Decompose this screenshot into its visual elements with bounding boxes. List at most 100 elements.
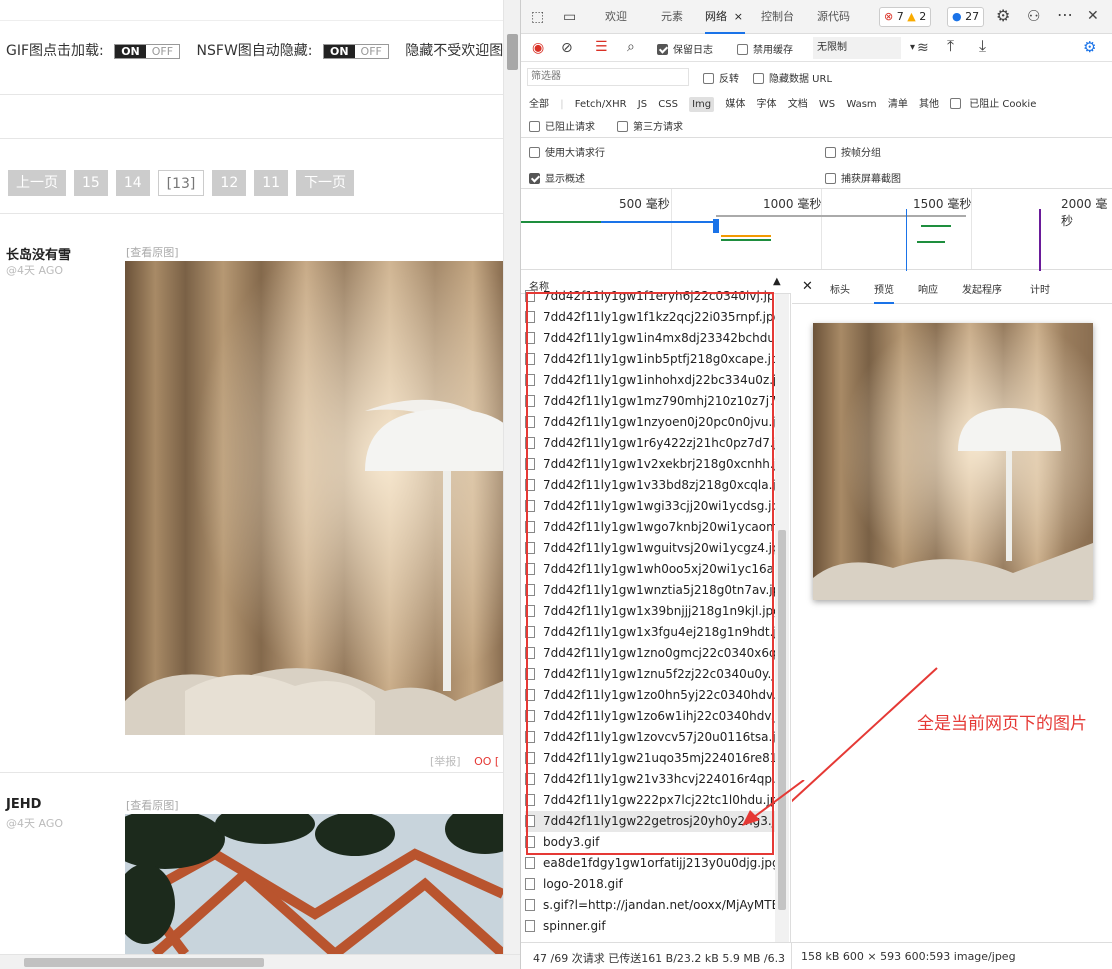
request-row[interactable]: 7dd42f11ly1gw1zno0gmcj22c0340x6q.jpg [525,643,775,664]
filter-js[interactable]: JS [638,99,647,110]
request-row[interactable]: 7dd42f11ly1gw1zo0hn5yj22c0340hdv.jpg [525,685,775,706]
gif-load-switch[interactable]: ON OFF [114,43,181,59]
customize-icon[interactable]: ⚇ [1027,9,1040,24]
tab-network[interactable]: 网络 × [705,0,745,34]
post-image[interactable] [125,261,503,735]
checkbox[interactable] [825,172,836,184]
report-link[interactable]: [举报] OO [ [430,753,499,769]
close-icon[interactable]: ✕ [802,279,813,294]
tab-initiator[interactable]: 发起程序 [962,281,1002,296]
tab-welcome[interactable]: 欢迎 [605,0,627,34]
hide-data-urls-checkbox[interactable]: 隐藏数据 URL [753,70,832,85]
page-11-link[interactable]: 11 [254,170,289,196]
tab-elements[interactable]: 元素 [661,0,683,34]
tab-timing[interactable]: 计时 [1030,281,1050,296]
checkbox[interactable] [753,72,764,84]
checkbox[interactable] [529,172,540,184]
preserve-log-checkbox[interactable]: 保留日志 [657,41,713,56]
request-row[interactable]: 7dd42f11ly1gw1f1eryh6j22c0340ivj.jpg [525,286,775,307]
close-tab-icon[interactable]: × [734,0,743,34]
disable-cache-checkbox[interactable]: 禁用缓存 [737,41,793,56]
request-row[interactable]: ea8de1fdgy1gw1orfatijj213y0u0djg.jpg [525,853,775,874]
filter-doc[interactable]: 文档 [788,99,808,110]
request-row[interactable]: 7dd42f11ly1gw1f1kz2qcj22i035rnpf.jpg [525,307,775,328]
network-conditions-icon[interactable]: ≋ [917,41,929,55]
checkbox[interactable] [529,146,540,158]
big-rows-checkbox[interactable]: 使用大请求行 [529,144,605,159]
scroll-thumb[interactable] [778,530,786,910]
filter-font[interactable]: 字体 [757,99,777,110]
request-row[interactable]: 7dd42f11ly1gw1wnztia5j218g0tn7av.jpg [525,580,775,601]
checkbox[interactable] [657,43,668,55]
network-settings-icon[interactable]: ⚙ [1083,40,1096,55]
view-original-link[interactable]: [查看原图] [126,244,179,260]
blocked-cookies-checkbox[interactable]: 已阻止 Cookie [950,97,1044,110]
group-by-frame-checkbox[interactable]: 按帧分组 [825,144,881,159]
filter-fetch-xhr[interactable]: Fetch/XHR [575,99,627,110]
tab-headers[interactable]: 标头 [830,281,850,296]
tab-preview[interactable]: 预览 [874,281,894,304]
request-row[interactable]: 7dd42f11ly1gw1zovcv57j20u0116tsa.jpg [525,727,775,748]
tab-response[interactable]: 响应 [918,281,938,296]
import-har-icon[interactable]: ⤒ [947,38,954,54]
tab-sources[interactable]: 源代码 [817,0,850,34]
request-row[interactable]: 7dd42f11ly1gw1zo6w1ihj22c0340hdv.jpg [525,706,775,727]
filter-all[interactable]: 全部 [529,99,549,110]
filter-icon[interactable]: ☰ [595,40,608,54]
checkbox[interactable] [825,146,836,158]
next-page-button[interactable]: 下一页 [296,170,355,196]
request-row[interactable]: logo-2018.gif [525,874,775,895]
list-scrollbar[interactable] [775,294,789,942]
post-author[interactable]: JEHD [6,797,41,812]
page-12-link[interactable]: 12 [212,170,247,196]
filter-media[interactable]: 媒体 [725,99,745,110]
filter-wasm[interactable]: Wasm [846,99,876,110]
messages-badge[interactable]: ● 27 [947,7,985,27]
export-har-icon[interactable]: ⤓ [979,38,986,54]
checkbox[interactable] [950,97,962,109]
more-menu-icon[interactable]: ⋯ [1057,7,1073,23]
blocked-requests-checkbox[interactable]: 已阻止请求 [529,118,595,133]
invert-checkbox[interactable]: 反转 [703,70,739,85]
request-row[interactable]: 7dd42f11ly1gw1v33bd8zj218g0xcqla.jpg [525,475,775,496]
post-author[interactable]: 长岛没有雪 [6,244,71,263]
prev-page-button[interactable]: 上一页 [8,170,66,196]
record-icon[interactable]: ◉ [532,41,544,55]
request-row[interactable]: 7dd42f11ly1gw1inhohxdj22bc334u0z.jpg [525,370,775,391]
nsfw-hide-switch[interactable]: ON OFF [322,43,389,59]
inspect-icon[interactable]: ⬚ [531,10,544,24]
page-15-link[interactable]: 15 [74,170,108,196]
checkbox[interactable] [703,72,714,84]
request-row[interactable]: 7dd42f11ly1gw21uqo35mj224016re81.jpg [525,748,775,769]
search-icon[interactable]: ⌕ [627,40,635,54]
filter-manifest[interactable]: 清单 [888,99,908,110]
third-party-checkbox[interactable]: 第三方请求 [617,118,683,133]
view-original-link[interactable]: [查看原图] [126,797,179,813]
capture-screenshots-checkbox[interactable]: 捕获屏幕截图 [825,170,901,185]
request-row[interactable]: 7dd42f11ly1gw1x39bnjjj218g1n9kjl.jpg [525,601,775,622]
request-row[interactable]: 7dd42f11ly1gw1r6y422zj21hc0pz7d7.jpg [525,433,775,454]
filter-css[interactable]: CSS [658,99,678,110]
request-row[interactable]: 7dd42f11ly1gw1x3fgu4ej218g1n9hdt.jpg [525,622,775,643]
issues-badge[interactable]: ⊗ 7 ▲ 2 [879,7,932,27]
throttle-select[interactable]: 无限制 ▾ [813,37,915,59]
tab-console[interactable]: 控制台 [761,0,794,34]
request-row[interactable]: body3.gif [525,832,775,853]
request-row[interactable]: 7dd42f11ly1gw1wgi33cjj20wi1ycdsg.jpg [525,496,775,517]
request-row[interactable]: spinner.gif [525,916,775,937]
network-overview[interactable]: 500 毫秒 1000 毫秒 1500 毫秒 2000 毫秒 [521,188,1112,271]
show-overview-checkbox[interactable]: 显示概述 [529,170,585,185]
request-row[interactable]: 7dd42f11ly1gw1wgo7knbj20wi1ycaom.jpg [525,517,775,538]
oo-vote[interactable]: OO [ [474,755,499,768]
request-row[interactable]: s.gif?l=http://jandan.net/ooxx/MjAyMTExM [525,895,775,916]
request-row[interactable]: 7dd42f11ly1gw1v2xekbrj218g0xcnhh.jpg [525,454,775,475]
close-devtools-icon[interactable]: ✕ [1087,9,1099,23]
request-row[interactable]: 7dd42f11ly1gw1nzyoen0j20pc0n0jvu.jpg [525,412,775,433]
checkbox[interactable] [737,43,748,55]
request-row[interactable]: 7dd42f11ly1gw1mz790mhj210z10z7j7.jpg [525,391,775,412]
scroll-thumb[interactable] [507,34,518,70]
scroll-thumb[interactable] [24,958,264,967]
checkbox[interactable] [617,120,628,132]
request-row[interactable]: 7dd42f11ly1gw1wh0oo5xj20wi1yc16a.jpg [525,559,775,580]
request-row[interactable]: 7dd42f11ly1gw1inb5ptfj218g0xcape.jpg [525,349,775,370]
